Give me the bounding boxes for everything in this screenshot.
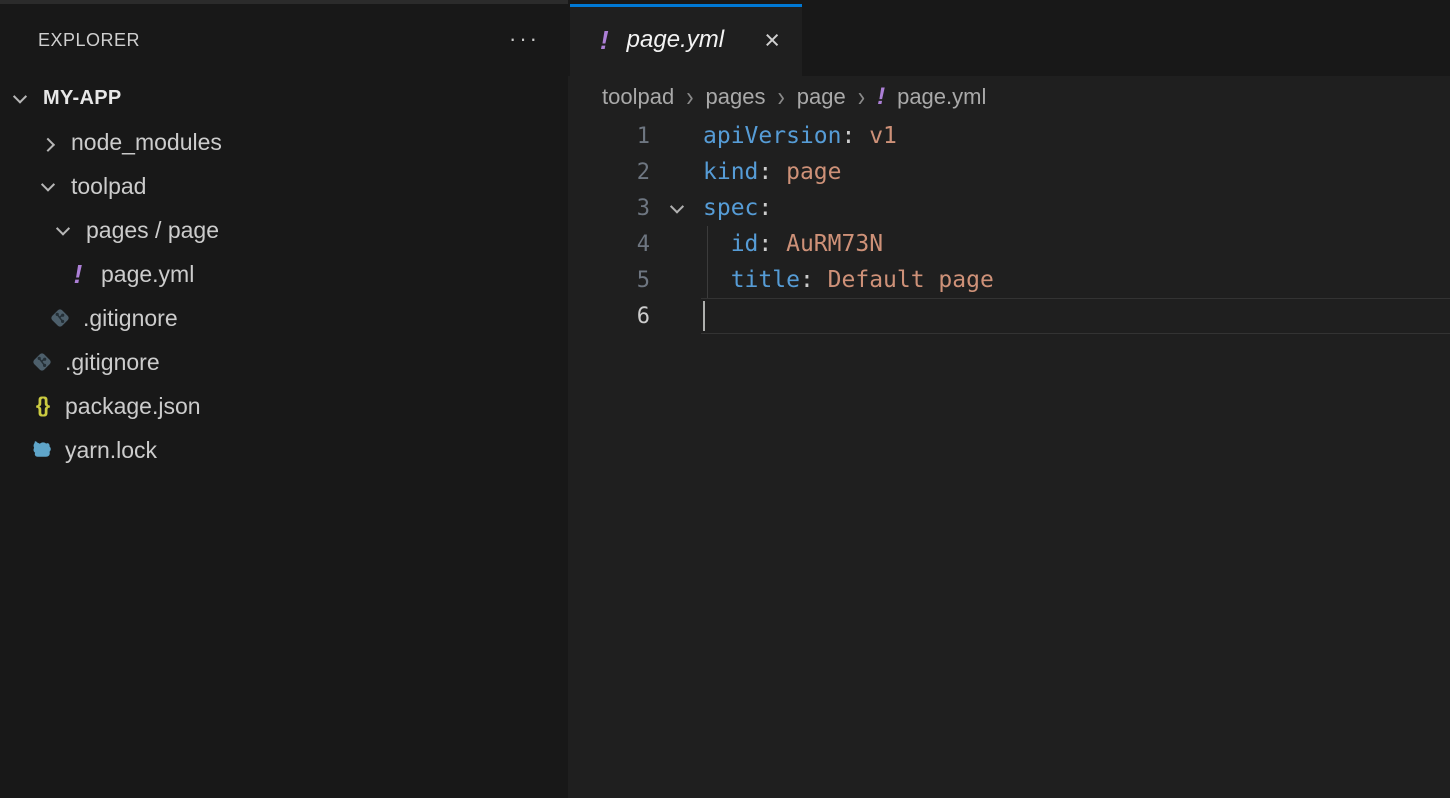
token-value: page (786, 159, 841, 185)
chevron-right-separator-icon: › (686, 81, 693, 114)
breadcrumb: toolpad › pages › page ›! page.yml (568, 76, 1450, 118)
breadcrumb-label: pages (706, 84, 766, 110)
tree-item-toolpad[interactable]: toolpad (0, 164, 568, 208)
tree-item-page-yml[interactable]: ! page.yml (0, 252, 568, 296)
token-key: apiVersion (703, 123, 841, 149)
warning-yaml-icon: ! (600, 27, 609, 53)
line-number: 6 (568, 304, 650, 329)
code-line-4[interactable]: 4 id: AuRM73N (568, 226, 1450, 262)
file-tree: MY-APP node_modulestoolpad pages / page! pa… (0, 76, 568, 472)
tree-item-label: .gitignore (65, 349, 160, 376)
editor-group: ! page.yml × toolpad › pages › page ›! page.ym… (568, 0, 1450, 798)
tree-item-label: package.json (65, 393, 201, 420)
line-number: 2 (568, 160, 650, 185)
close-icon[interactable]: × (764, 27, 780, 54)
indent-guide (707, 226, 708, 262)
token-punct: : (758, 195, 772, 221)
token-punct: : (800, 267, 828, 293)
warning-yaml-icon: ! (66, 261, 90, 287)
indent-guide (707, 262, 708, 298)
code-line-5[interactable]: 5 title: Default page (568, 262, 1450, 298)
tree-item-yarn-lock[interactable]: yarn.lock (0, 428, 568, 472)
code-line-6[interactable]: 6 (568, 298, 1450, 334)
vscode-window: EXPLORER ··· MY-APPnode_modulestoolpadpa… (0, 0, 1450, 798)
chevron-down-icon (8, 93, 32, 103)
line-number: 1 (568, 124, 650, 149)
code-line-3[interactable]: 3 spec: (568, 190, 1450, 226)
explorer-sidebar: EXPLORER ··· MY-APP node_modulestoolpad pa… (0, 0, 568, 798)
tree-item-pages-page[interactable]: pages / page (0, 208, 568, 252)
explorer-header: EXPLORER ··· (0, 4, 568, 70)
token-value: AuRM73N (786, 231, 883, 257)
breadcrumb-item-toolpad[interactable]: toolpad (602, 84, 674, 110)
token-value: Default page (828, 267, 994, 293)
text-cursor (703, 301, 705, 331)
token-punct: : (758, 231, 786, 257)
warning-yaml-icon: ! (877, 85, 885, 109)
code-line-1[interactable]: 1 apiVersion: v1 (568, 118, 1450, 154)
tree-item-label: .gitignore (83, 305, 178, 332)
tree-item-label: yarn.lock (65, 437, 157, 464)
tree-item-label: toolpad (71, 173, 146, 200)
chevron-right-separator-icon: › (858, 81, 865, 114)
token-key: kind (703, 159, 758, 185)
explorer-title: EXPLORER (38, 30, 140, 51)
tree-root-my-app[interactable]: MY-APP (0, 76, 568, 120)
fold-chevron-down-icon[interactable] (650, 203, 703, 213)
chevron-down-icon (36, 181, 60, 191)
current-line-highlight (701, 298, 1450, 334)
tab-bar: ! page.yml × (568, 0, 1450, 76)
tree-item-node-modules[interactable]: node_modules (0, 120, 568, 164)
token-punct: : (841, 123, 869, 149)
code-line-2[interactable]: 2 kind: page (568, 154, 1450, 190)
line-number: 4 (568, 232, 650, 257)
breadcrumb-label: page.yml (897, 84, 986, 110)
code-editor[interactable]: 1apiVersion: v12kind: page3spec:4 id: Au… (568, 118, 1450, 334)
breadcrumb-label: page (797, 84, 846, 110)
chevron-right-icon (36, 137, 60, 147)
breadcrumb-label: toolpad (602, 84, 674, 110)
token-value: v1 (869, 123, 897, 149)
tree-item-label: node_modules (71, 129, 222, 156)
git-icon (30, 350, 54, 374)
tab-page-yml[interactable]: ! page.yml × (570, 4, 802, 76)
breadcrumb-item-page-yml[interactable]: ! page.yml (877, 84, 986, 110)
json-braces-icon: {} (30, 394, 54, 418)
breadcrumb-item-pages[interactable]: pages (706, 84, 766, 110)
token-key: id (731, 231, 759, 257)
more-actions-icon[interactable]: ··· (509, 26, 540, 52)
tree-item-label: pages / page (86, 217, 219, 244)
tree-item-label: page.yml (101, 261, 194, 288)
tree-item-gitignore[interactable]: .gitignore (0, 340, 568, 384)
tab-label: page.yml (627, 26, 724, 54)
line-number: 5 (568, 268, 650, 293)
tree-item-gitignore-toolpad[interactable]: .gitignore (0, 296, 568, 340)
yarn-cat-icon (30, 438, 54, 462)
breadcrumb-item-page[interactable]: page (797, 84, 846, 110)
tree-item-label: MY-APP (43, 87, 121, 110)
chevron-right-separator-icon: › (777, 81, 784, 114)
token-punct: : (758, 159, 786, 185)
tree-item-package-json[interactable]: {} package.json (0, 384, 568, 428)
chevron-down-icon (51, 225, 75, 235)
git-icon (48, 306, 72, 330)
token-key: spec (703, 195, 758, 221)
line-number: 3 (568, 196, 650, 221)
token-key: title (731, 267, 800, 293)
